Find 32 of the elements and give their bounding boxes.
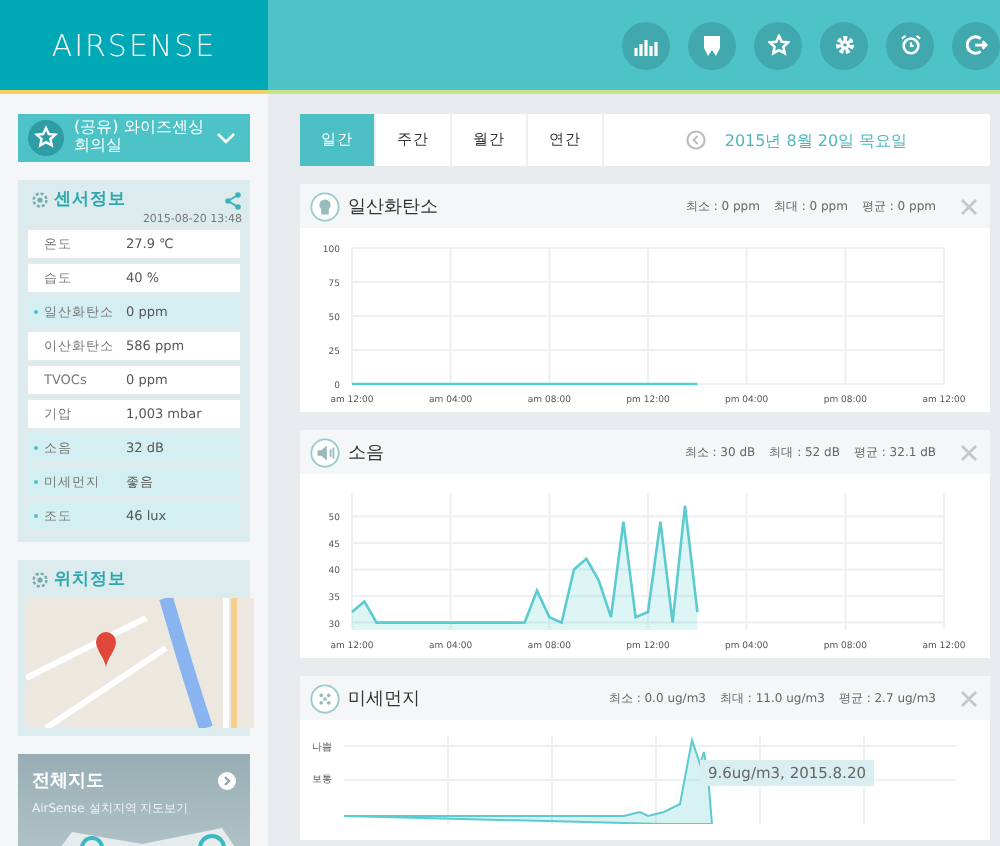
close-icon[interactable] bbox=[960, 689, 978, 707]
chart-button[interactable] bbox=[622, 21, 670, 69]
logout-icon bbox=[965, 34, 987, 56]
star-icon bbox=[767, 34, 789, 56]
arrow-right-icon bbox=[218, 772, 236, 790]
chevron-down-icon bbox=[216, 132, 236, 144]
alarm-clock-icon bbox=[899, 34, 921, 56]
panel-title: 위치정보 bbox=[54, 568, 126, 592]
location-icon bbox=[32, 572, 48, 588]
chart-title: 일산화탄소 bbox=[348, 195, 438, 219]
close-icon[interactable] bbox=[960, 197, 978, 215]
card-title: 전체지도 bbox=[32, 770, 104, 794]
sensor-icon bbox=[32, 192, 48, 208]
close-icon[interactable] bbox=[960, 443, 978, 461]
settings-button[interactable] bbox=[820, 21, 868, 69]
gas-icon bbox=[310, 191, 340, 221]
settings-icon bbox=[833, 34, 855, 56]
dust-icon bbox=[310, 683, 340, 713]
previous-icon[interactable] bbox=[686, 130, 707, 150]
alarm-button[interactable] bbox=[886, 21, 934, 69]
logout-button[interactable] bbox=[952, 21, 1000, 69]
share-icon[interactable] bbox=[224, 191, 242, 209]
tooth-button[interactable] bbox=[688, 21, 736, 69]
star-button[interactable] bbox=[754, 21, 802, 69]
tooth-icon bbox=[702, 34, 722, 56]
date-label: 2015년 8월 20일 목요일 bbox=[724, 129, 908, 151]
map-placeholder[interactable] bbox=[26, 598, 254, 728]
chart-title: 미세먼지 bbox=[348, 687, 420, 711]
chart-title: 소음 bbox=[348, 441, 384, 465]
bar-chart-icon bbox=[634, 35, 658, 55]
speaker-icon bbox=[310, 437, 340, 467]
panel-title: 센서정보 bbox=[54, 188, 126, 212]
